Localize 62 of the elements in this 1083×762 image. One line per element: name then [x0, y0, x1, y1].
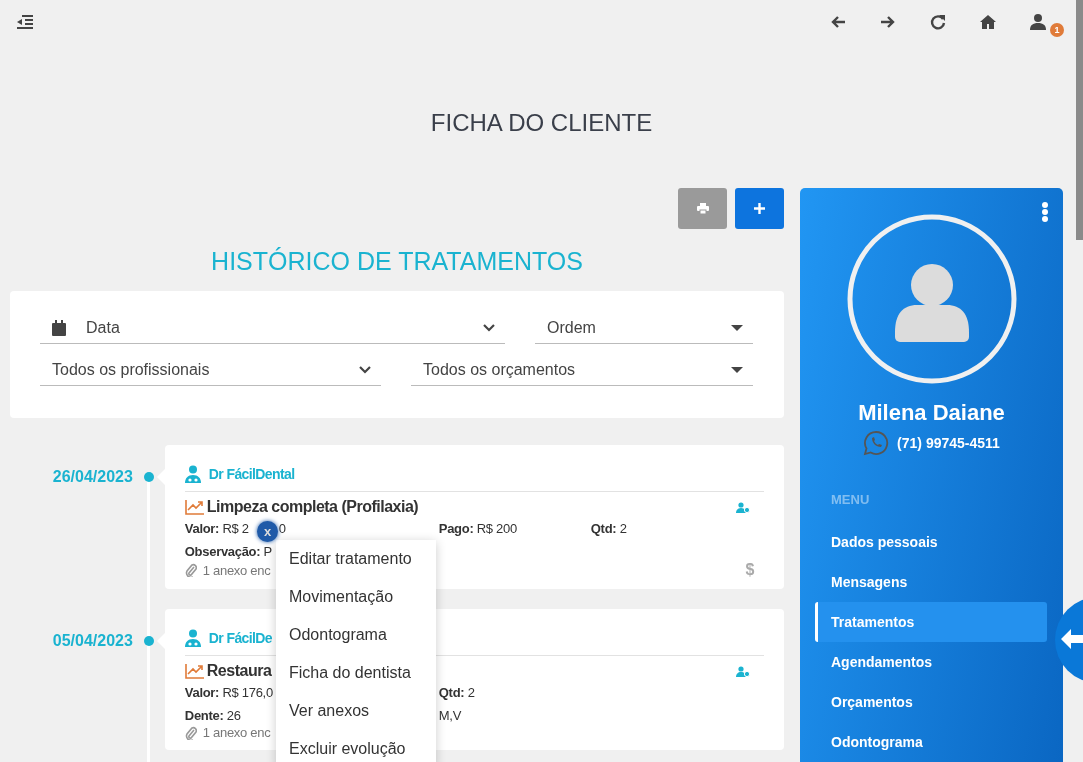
menu-icon[interactable]: [16, 13, 34, 31]
treatment-title: Limpeza completa (Profilaxia): [206, 498, 419, 516]
menu-item[interactable]: Dados pessoais: [800, 522, 1047, 562]
home-icon[interactable]: [979, 13, 997, 31]
field-text: Valor: R$ 2: [184, 521, 249, 536]
professional-name: Dr FácilDe: [208, 630, 273, 646]
filter-select[interactable]: Ordem: [535, 313, 753, 344]
menu-heading: MENU: [831, 492, 871, 509]
date-select[interactable]: Data: [40, 313, 505, 344]
client-phone: (71) 99745-4511: [897, 435, 1000, 451]
menu-option[interactable]: Ficha do dentista: [276, 654, 436, 692]
menu-item[interactable]: Odontograma: [800, 722, 1047, 762]
timeline-dot: [143, 636, 154, 646]
menu-option[interactable]: Movimentação: [276, 578, 436, 616]
menu-option[interactable]: Ver anexos: [276, 692, 436, 730]
menu-option[interactable]: Odontograma: [276, 616, 436, 654]
field-text: M,V: [438, 708, 462, 723]
entry-date: 26/04/2023: [51, 467, 133, 487]
timeline-dot: [143, 472, 154, 482]
print-icon: [696, 203, 709, 214]
menu-option[interactable]: Editar tratamento: [276, 540, 436, 578]
field-text: Dente: 26: [184, 708, 241, 723]
doctor-icon: [184, 465, 201, 483]
paperclip-icon: [184, 725, 197, 740]
menu-item[interactable]: Agendamentos: [800, 642, 1047, 682]
treatment-title: Restaura: [206, 662, 272, 680]
attachment-text: 1 anexo enc: [202, 725, 271, 740]
attachment-text: 1 anexo enc: [202, 562, 271, 578]
scrollbar[interactable]: [1076, 0, 1083, 240]
entry-date: 05/04/2023: [51, 631, 133, 651]
doctor-icon: [184, 629, 201, 647]
field-text: Valor: R$ 176,0: [184, 685, 273, 700]
plus-icon: [754, 203, 765, 214]
menu-item[interactable]: Mensagens: [800, 562, 1047, 602]
section-title: HISTÓRICO DE TRATAMENTOS: [210, 247, 584, 275]
filter-select[interactable]: Todos os orçamentos: [411, 355, 753, 386]
print-button[interactable]: [678, 188, 727, 229]
field-text: Pago: R$ 200: [438, 521, 517, 536]
caret-icon: [731, 367, 743, 373]
refresh-icon[interactable]: [929, 13, 947, 31]
trend-chart-icon: [184, 499, 205, 515]
field-text: Qtd: 2: [438, 685, 475, 700]
page-title: FICHA DO CLIENTE: [429, 110, 654, 136]
menu-item[interactable]: Orçamentos: [800, 682, 1047, 722]
user-icon[interactable]: [1029, 13, 1047, 31]
paperclip-icon: [184, 563, 197, 577]
chevron-icon: [483, 324, 495, 332]
calendar-icon: [52, 320, 66, 336]
client-name: Milena Daiane: [857, 400, 1006, 426]
add-button[interactable]: [735, 188, 784, 229]
field-text: Observação: P: [184, 544, 272, 559]
field-text: 0: [278, 521, 286, 536]
professional-name: Dr FácilDental: [208, 466, 295, 482]
more-options-icon[interactable]: [1041, 202, 1049, 222]
chevron-icon: [359, 366, 371, 374]
caret-icon: [731, 325, 743, 331]
avatar-icon: [846, 214, 1017, 384]
notification-badge: 1: [1050, 23, 1064, 37]
field-text: Qtd: 2: [590, 521, 627, 536]
filter-select[interactable]: Todos os profissionais: [40, 355, 381, 386]
menu-option[interactable]: Excluir evolução: [276, 730, 436, 762]
trend-chart-icon: [184, 663, 205, 679]
